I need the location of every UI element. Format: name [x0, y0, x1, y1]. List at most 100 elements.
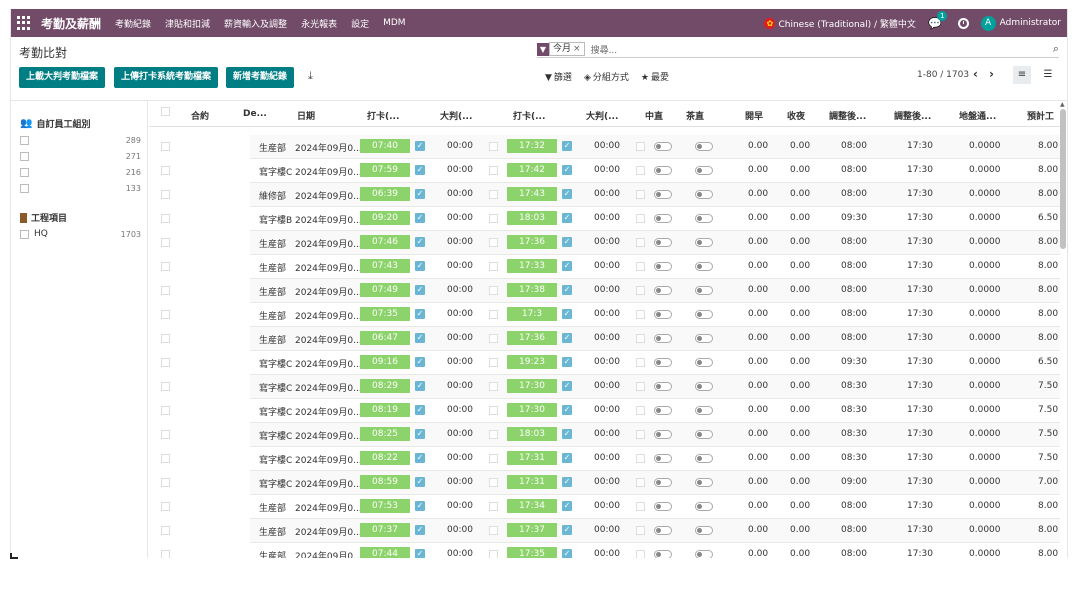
punch-out-cell[interactable]: 17:36 — [507, 331, 557, 345]
table-row[interactable]: 生産部 2024年09月0... 07:49 ✓ 00:00 17:38 ✓ 00:00 0.0… — [149, 279, 1060, 303]
table-row[interactable]: 生産部 2024年09月0... 06:47 ✓ 00:00 17:36 ✓ 00:00 0.0… — [149, 327, 1060, 351]
empty-checkbox[interactable] — [489, 334, 498, 343]
checkbox[interactable] — [20, 135, 29, 145]
punch-in-cell[interactable]: 07:40 — [360, 139, 410, 153]
empty-checkbox[interactable] — [489, 262, 498, 271]
empty-checkbox[interactable] — [489, 382, 498, 391]
group-filter-item[interactable]: 133 — [20, 182, 141, 194]
middle-shift-toggle[interactable] — [654, 550, 672, 558]
row-checkbox[interactable] — [161, 142, 170, 151]
table-row[interactable]: 寫字樓C 2024年09月0... 08:29 ✓ 00:00 17:30 ✓ 00:00 0.… — [149, 375, 1060, 399]
middle-shift-toggle[interactable] — [654, 430, 672, 439]
table-row[interactable]: 寫字樓C 2024年09月0... 07:59 ✓ 00:00 17:42 ✓ 00:00 0.… — [149, 159, 1060, 183]
tea-shift-toggle[interactable] — [695, 310, 713, 319]
project-filter-item[interactable]: HQ 1703 — [20, 228, 141, 240]
pager-next-icon[interactable]: › — [989, 67, 994, 81]
vertical-scrollbar[interactable] — [1060, 109, 1066, 249]
punch-out-cell[interactable]: 17:38 — [507, 283, 557, 297]
col-early[interactable]: 開早 — [745, 109, 763, 122]
empty-checkbox[interactable] — [636, 454, 645, 463]
punch-out-cell[interactable]: 17:32 — [507, 139, 557, 153]
punch-out-cell[interactable]: 17:33 — [507, 259, 557, 273]
punch-out-cell[interactable]: 17:3 — [507, 307, 557, 321]
row-checkbox[interactable] — [161, 526, 170, 535]
row-checkbox[interactable] — [161, 190, 170, 199]
punch-out-cell[interactable]: 17:35 — [507, 547, 557, 558]
empty-checkbox[interactable] — [489, 358, 498, 367]
download-icon[interactable]: ⤓ — [308, 69, 313, 83]
empty-checkbox[interactable] — [636, 502, 645, 511]
empty-checkbox[interactable] — [636, 310, 645, 319]
col-tea-shift[interactable]: 茶直 — [686, 109, 704, 122]
col-department[interactable]: De... — [243, 109, 267, 119]
list-view-icon[interactable]: ≡ — [1013, 66, 1031, 84]
empty-checkbox[interactable] — [636, 406, 645, 415]
middle-shift-toggle[interactable] — [654, 406, 672, 415]
pivot-view-icon[interactable]: ☰ — [1039, 66, 1057, 84]
punch-in-cell[interactable]: 07:49 — [360, 283, 410, 297]
punch-in-cell[interactable]: 07:53 — [360, 499, 410, 513]
user-name[interactable]: Administrator — [1000, 18, 1061, 28]
middle-shift-toggle[interactable] — [654, 310, 672, 319]
group-filter-item[interactable]: 289 — [20, 134, 141, 146]
middle-shift-toggle[interactable] — [654, 358, 672, 367]
table-row[interactable]: 寫字樓C 2024年09月0... 09:16 ✓ 00:00 19:23 ✓ 00:00 0.… — [149, 351, 1060, 375]
middle-shift-toggle[interactable] — [654, 166, 672, 175]
empty-checkbox[interactable] — [489, 550, 498, 558]
empty-checkbox[interactable] — [636, 550, 645, 558]
checkbox[interactable] — [20, 229, 29, 239]
empty-checkbox[interactable] — [489, 190, 498, 199]
empty-checkbox[interactable] — [489, 166, 498, 175]
col-big-in[interactable]: 大判(... — [440, 109, 472, 122]
col-night[interactable]: 收夜 — [787, 109, 805, 122]
punch-in-cell[interactable]: 07:43 — [360, 259, 410, 273]
punch-in-cell[interactable]: 08:25 — [360, 427, 410, 441]
messages-button[interactable]: 💬 1 — [928, 10, 948, 30]
search-icon[interactable]: ⌕ — [1053, 42, 1059, 56]
middle-shift-toggle[interactable] — [654, 478, 672, 487]
middle-shift-toggle[interactable] — [654, 142, 672, 151]
table-row[interactable]: 生産部 2024年09月0... 07:37 ✓ 00:00 17:37 ✓ 00:00 0.0… — [149, 519, 1060, 543]
menu-item-salary-input[interactable]: 薪資輸入及調整 — [224, 17, 287, 30]
col-adjusted-out[interactable]: 調整後... — [894, 109, 931, 122]
middle-shift-toggle[interactable] — [654, 214, 672, 223]
row-checkbox[interactable] — [161, 358, 170, 367]
empty-checkbox[interactable] — [489, 454, 498, 463]
apps-menu-icon[interactable] — [17, 16, 31, 30]
middle-shift-toggle[interactable] — [654, 262, 672, 271]
punch-in-cell[interactable]: 08:29 — [360, 379, 410, 393]
empty-checkbox[interactable] — [636, 190, 645, 199]
pager-previous-icon[interactable]: ‹ — [973, 67, 978, 81]
table-row[interactable]: 生産部 2024年09月0... 07:40 ✓ 00:00 17:32 ✓ 00:00 0.0… — [149, 135, 1060, 159]
empty-checkbox[interactable] — [636, 166, 645, 175]
select-all-checkbox[interactable] — [161, 107, 170, 116]
table-row[interactable]: 寫字樓C 2024年09月0... 08:59 ✓ 00:00 17:31 ✓ 00:00 0.… — [149, 471, 1060, 495]
checkbox[interactable] — [20, 167, 29, 177]
group-by-button[interactable]: ◈ 分組方式 — [584, 70, 629, 83]
row-checkbox[interactable] — [161, 310, 170, 319]
row-checkbox[interactable] — [161, 166, 170, 175]
clock-icon[interactable] — [957, 17, 969, 29]
col-site-allowance[interactable]: 地盤通... — [959, 109, 996, 122]
tea-shift-toggle[interactable] — [695, 334, 713, 343]
middle-shift-toggle[interactable] — [654, 190, 672, 199]
menu-item-allowances[interactable]: 津貼和扣減 — [165, 17, 210, 30]
punch-in-cell[interactable]: 07:44 — [360, 547, 410, 558]
col-date[interactable]: 日期 — [297, 109, 315, 122]
middle-shift-toggle[interactable] — [654, 238, 672, 247]
row-checkbox[interactable] — [161, 406, 170, 415]
tea-shift-toggle[interactable] — [695, 406, 713, 415]
row-checkbox[interactable] — [161, 334, 170, 343]
empty-checkbox[interactable] — [489, 478, 498, 487]
new-record-button[interactable]: 新增考勤紀錄 — [226, 67, 295, 88]
punch-in-cell[interactable]: 09:16 — [360, 355, 410, 369]
tea-shift-toggle[interactable] — [695, 238, 713, 247]
row-checkbox[interactable] — [161, 550, 170, 558]
menu-item-settings[interactable]: 設定 — [351, 17, 369, 30]
avatar[interactable]: A — [980, 15, 996, 31]
punch-out-cell[interactable]: 17:42 — [507, 163, 557, 177]
punch-in-cell[interactable]: 07:35 — [360, 307, 410, 321]
punch-out-cell[interactable]: 17:31 — [507, 451, 557, 465]
punch-in-cell[interactable]: 08:22 — [360, 451, 410, 465]
middle-shift-toggle[interactable] — [654, 334, 672, 343]
